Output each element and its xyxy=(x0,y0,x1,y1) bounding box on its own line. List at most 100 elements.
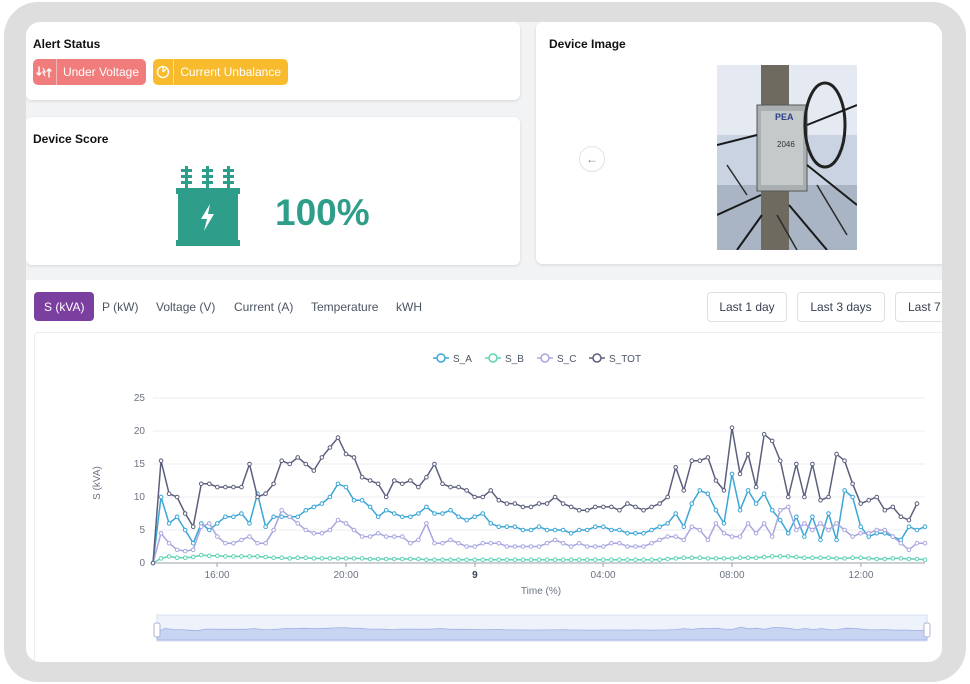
data-point xyxy=(536,501,542,506)
data-point xyxy=(826,494,831,500)
x-tick-label: 9 xyxy=(472,570,478,581)
data-point xyxy=(391,556,397,562)
data-point xyxy=(424,474,429,480)
series-line xyxy=(152,505,925,564)
data-point xyxy=(327,494,333,500)
data-point xyxy=(424,557,429,562)
data-point xyxy=(279,555,284,561)
data-point xyxy=(496,524,502,529)
data-point xyxy=(223,514,228,520)
data-point xyxy=(239,484,244,490)
data-point xyxy=(850,494,855,500)
legend-label: S_TOT xyxy=(609,354,641,365)
data-point xyxy=(560,557,566,562)
data-point xyxy=(922,557,928,562)
data-point xyxy=(810,527,815,533)
alert-status-card: Alert Status Under Voltage Current Unbal… xyxy=(26,22,520,100)
zoom-slider-left-handle[interactable] xyxy=(153,622,161,638)
data-point xyxy=(633,531,638,536)
data-point xyxy=(882,507,888,513)
data-point xyxy=(777,458,783,463)
data-point xyxy=(882,527,888,533)
photo-number-text: 2046 xyxy=(777,140,795,149)
data-point xyxy=(568,544,574,549)
data-point xyxy=(182,555,188,561)
data-point xyxy=(705,556,711,561)
data-point xyxy=(625,557,630,562)
data-point xyxy=(617,557,622,562)
data-point xyxy=(705,455,711,460)
tab-current[interactable]: Current (A) xyxy=(234,292,293,321)
data-point xyxy=(552,527,558,533)
data-point xyxy=(601,544,606,549)
data-point xyxy=(609,527,614,533)
data-point xyxy=(416,556,421,562)
x-axis-label: Time (%) xyxy=(521,586,561,597)
data-point xyxy=(343,451,349,457)
data-point xyxy=(584,507,590,513)
data-point xyxy=(391,511,397,516)
data-point xyxy=(673,534,679,539)
data-point xyxy=(215,534,220,539)
y-tick-label: 20 xyxy=(134,426,146,437)
data-point xyxy=(432,557,437,562)
data-point xyxy=(271,527,276,533)
data-point xyxy=(826,511,831,516)
data-point xyxy=(769,534,775,539)
data-point xyxy=(874,527,880,533)
data-point xyxy=(335,517,341,523)
data-point xyxy=(391,478,397,483)
tab-p-kw[interactable]: P (kW) xyxy=(102,292,138,321)
data-point xyxy=(641,544,646,549)
current-unbalance-badge[interactable]: Current Unbalance xyxy=(153,59,288,85)
data-point xyxy=(665,556,670,562)
data-point xyxy=(592,544,598,549)
data-point xyxy=(150,560,156,566)
legend-item-s-b[interactable]: S_B xyxy=(485,353,524,365)
range-last-1-day-button[interactable]: Last 1 day xyxy=(707,292,787,322)
data-point xyxy=(721,488,727,493)
data-point xyxy=(223,554,228,559)
data-point xyxy=(351,498,357,503)
zoom-slider-right-handle[interactable] xyxy=(923,622,931,638)
data-point xyxy=(536,524,542,529)
data-point xyxy=(761,554,767,560)
chart-card: S_A S_B S_C S_TOT 0 5 10 15 20 25 16:00 20:00 9 04:… xyxy=(34,332,942,662)
data-point xyxy=(408,556,413,562)
data-point xyxy=(528,544,534,549)
transformer-icon xyxy=(176,166,240,246)
data-point xyxy=(343,484,349,490)
data-point xyxy=(239,554,244,559)
device-score-card: Device Score 100% xyxy=(26,117,520,265)
range-last-7-days-button[interactable]: Last 7 xyxy=(895,292,942,322)
data-point xyxy=(399,534,405,539)
prev-image-button[interactable]: ← xyxy=(579,146,605,172)
range-last-3-days-button[interactable]: Last 3 days xyxy=(797,292,885,322)
tab-s-kva[interactable]: S (kVA) xyxy=(34,292,95,321)
tab-kwh[interactable]: kWH xyxy=(396,292,422,321)
data-point xyxy=(906,524,912,529)
data-point xyxy=(641,531,646,536)
legend-item-s-c[interactable]: S_C xyxy=(537,353,576,365)
data-point xyxy=(737,507,743,513)
legend-item-s-a[interactable]: S_A xyxy=(433,353,472,365)
y-tick-label: 10 xyxy=(134,492,146,503)
data-point xyxy=(689,501,695,506)
data-point xyxy=(810,514,815,520)
tab-voltage[interactable]: Voltage (V) xyxy=(156,292,215,321)
data-point xyxy=(311,556,317,561)
data-point xyxy=(681,537,687,543)
tab-temperature[interactable]: Temperature xyxy=(311,292,378,321)
under-voltage-badge[interactable]: Under Voltage xyxy=(33,59,146,85)
data-point xyxy=(584,544,590,549)
legend-item-s-tot[interactable]: S_TOT xyxy=(589,353,641,365)
data-point xyxy=(198,481,204,487)
data-point xyxy=(496,540,502,546)
data-point xyxy=(456,540,461,546)
data-point xyxy=(777,507,783,513)
zoom-slider[interactable] xyxy=(153,614,931,642)
data-point xyxy=(440,481,445,487)
data-point xyxy=(464,544,469,549)
data-point xyxy=(504,544,510,549)
data-point xyxy=(713,556,719,561)
